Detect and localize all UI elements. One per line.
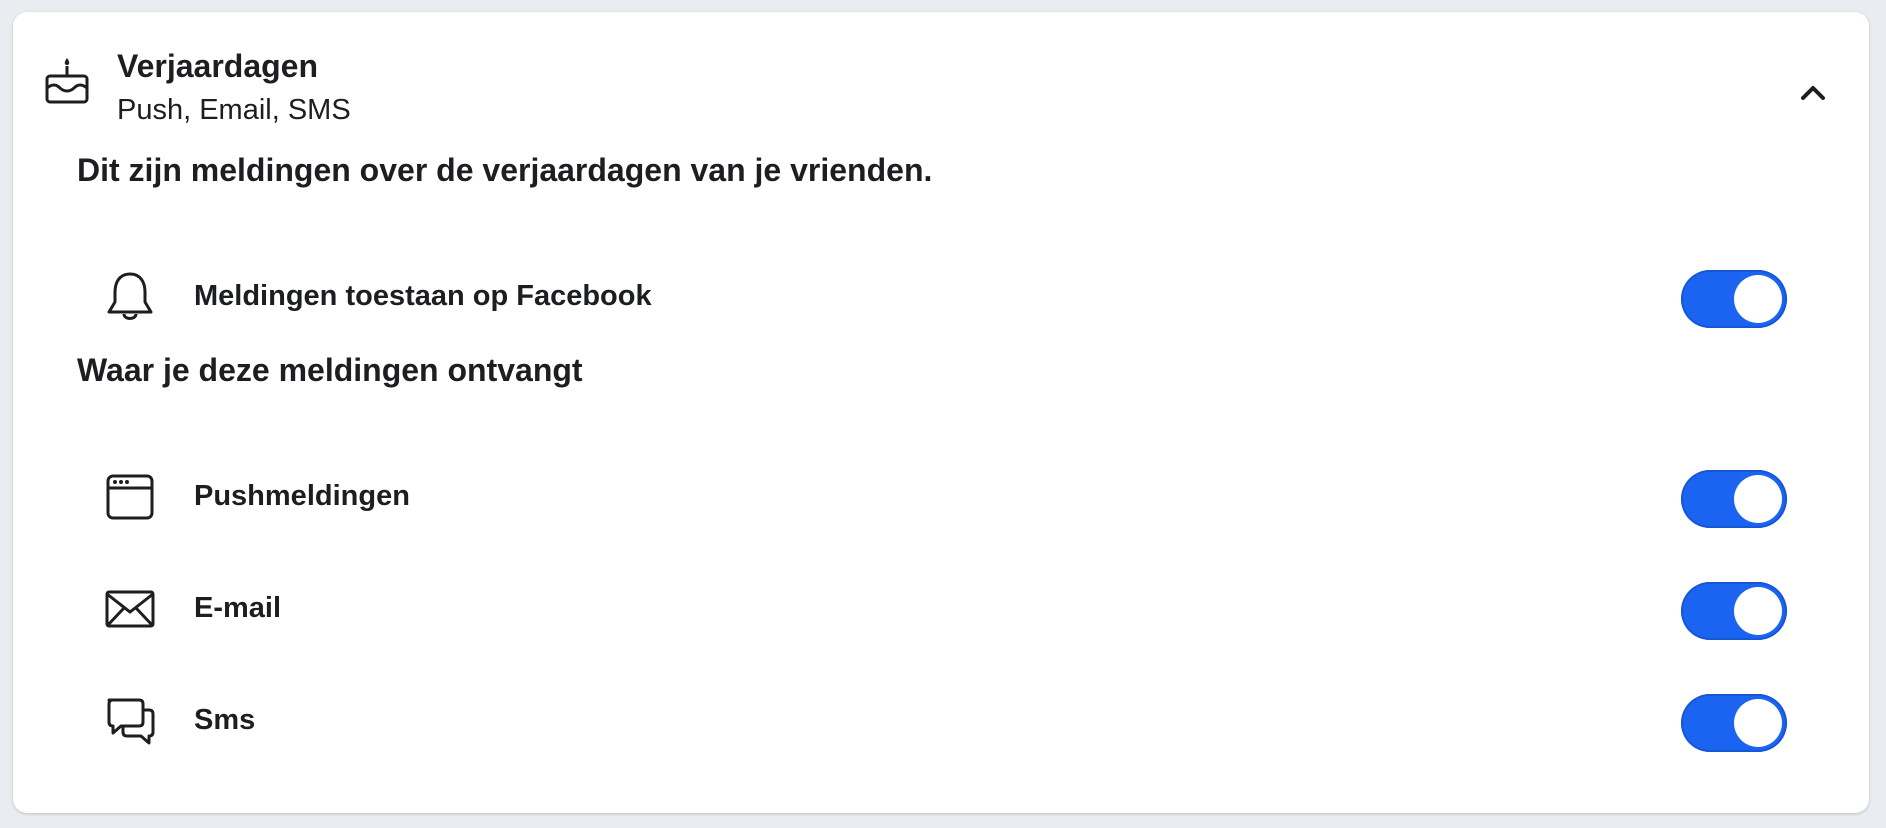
channel-label-push: Pushmeldingen <box>194 480 410 512</box>
toggle-knob <box>1734 475 1782 523</box>
channels-heading: Waar je deze meldingen ontvangt <box>77 352 583 388</box>
collapse-button[interactable] <box>1793 72 1833 112</box>
allow-notifications-toggle[interactable] <box>1681 270 1787 328</box>
section-description: Dit zijn meldingen over de verjaardagen … <box>77 152 933 188</box>
section-subtitle: Push, Email, SMS <box>117 94 351 126</box>
section-title: Verjaardagen <box>117 48 318 84</box>
envelope-icon <box>105 590 155 628</box>
chevron-up-icon <box>1801 86 1825 100</box>
browser-window-icon <box>106 474 154 520</box>
birthday-notifications-card: Verjaardagen Push, Email, SMS Dit zijn m… <box>13 12 1869 813</box>
toggle-knob <box>1734 587 1782 635</box>
channel-row-sms: Sms <box>105 690 1805 754</box>
email-toggle[interactable] <box>1681 582 1787 640</box>
sms-toggle[interactable] <box>1681 694 1787 752</box>
channel-row-email: E-mail <box>105 578 1805 642</box>
channel-label-email: E-mail <box>194 592 282 624</box>
push-toggle[interactable] <box>1681 470 1787 528</box>
bell-icon <box>107 272 153 320</box>
allow-notifications-row: Meldingen toestaan op Facebook <box>105 266 1805 330</box>
toggle-knob <box>1734 275 1782 323</box>
chat-bubbles-icon <box>107 698 155 745</box>
allow-notifications-label: Meldingen toestaan op Facebook <box>194 280 652 312</box>
birthday-cake-icon <box>45 58 89 104</box>
toggle-knob <box>1734 699 1782 747</box>
channel-row-push: Pushmeldingen <box>105 466 1805 530</box>
channel-label-sms: Sms <box>194 704 256 736</box>
